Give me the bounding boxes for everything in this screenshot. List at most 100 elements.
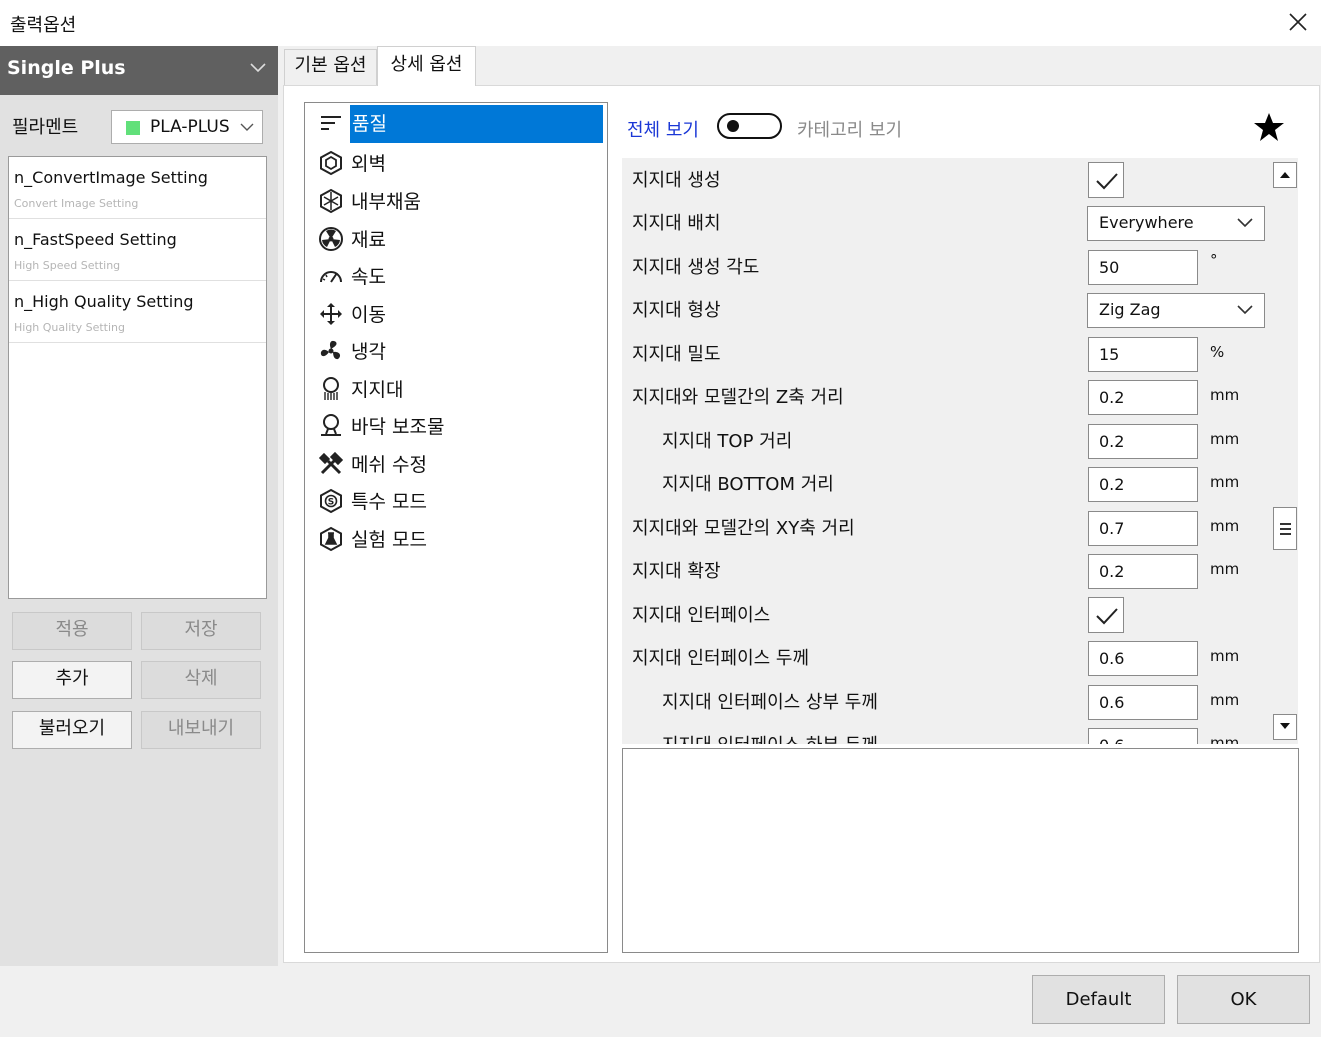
category-label: 내부채움 xyxy=(351,191,421,213)
setting-unit: % xyxy=(1210,343,1225,361)
setting-number-input[interactable]: 0.6 xyxy=(1088,728,1198,744)
setting-number-input[interactable]: 0.2 xyxy=(1088,424,1198,459)
setting-number-input[interactable]: 0.6 xyxy=(1088,685,1198,720)
setting-label: 지지대 TOP 거리 xyxy=(662,431,793,452)
setting-label: 지지대 형상 xyxy=(632,300,721,321)
input-value: 0.6 xyxy=(1099,736,1124,744)
category-item-travel[interactable]: 이동 xyxy=(313,294,603,330)
scrollbar-thumb[interactable] xyxy=(1273,507,1297,550)
quality-lines-icon xyxy=(321,116,341,130)
save-button[interactable]: 저장 xyxy=(141,612,261,650)
window-title: 출력옵션 xyxy=(10,15,77,36)
export-button[interactable]: 내보내기 xyxy=(141,711,261,749)
view-all-label[interactable]: 전체 보기 xyxy=(627,116,699,142)
setting-row: 지지대 확장 0.2 mm xyxy=(622,549,1272,592)
setting-label: 지지대 인터페이스 상부 두께 xyxy=(662,692,878,713)
category-item-infill[interactable]: 내부채움 xyxy=(313,181,603,217)
category-label: 특수 모드 xyxy=(351,491,427,513)
profile-subtitle: Convert Image Setting xyxy=(14,197,139,210)
setting-unit: mm xyxy=(1210,560,1240,578)
special-mode-icon: S xyxy=(320,488,342,514)
printer-selector[interactable]: Single Plus xyxy=(0,46,278,95)
category-item-experimental[interactable]: 실험 모드 xyxy=(313,519,603,555)
setting-number-input[interactable]: 50 xyxy=(1088,250,1198,285)
category-item-mesh-fix[interactable]: 메쉬 수정 xyxy=(313,444,603,480)
setting-checkbox[interactable] xyxy=(1088,162,1124,198)
delete-button[interactable]: 삭제 xyxy=(141,661,261,699)
setting-row: 지지대와 모델간의 XY축 거리 0.7 mm xyxy=(622,506,1272,549)
profile-panel: Single Plus 필라멘트 PLA-PLUS n_ConvertImage… xyxy=(0,46,278,966)
shell-hexagon-icon xyxy=(320,150,342,176)
setting-number-input[interactable]: 0.2 xyxy=(1088,380,1198,415)
tools-icon xyxy=(318,451,344,475)
setting-label: 지지대와 모델간의 Z축 거리 xyxy=(632,387,844,408)
setting-label: 지지대 인터페이스 두께 xyxy=(632,648,810,669)
chevron-down-icon xyxy=(250,63,266,73)
setting-row: 지지대와 모델간의 Z축 거리 0.2 mm xyxy=(622,375,1272,418)
default-button[interactable]: Default xyxy=(1032,975,1165,1024)
ok-button[interactable]: OK xyxy=(1177,975,1310,1024)
profile-list: n_ConvertImage Setting Convert Image Set… xyxy=(8,156,267,599)
filament-label: 필라멘트 xyxy=(12,117,79,138)
support-icon xyxy=(323,377,339,400)
profile-item[interactable]: n_ConvertImage Setting Convert Image Set… xyxy=(9,157,266,219)
profile-name: n_ConvertImage Setting xyxy=(14,168,208,187)
load-button[interactable]: 불러오기 xyxy=(12,711,132,749)
filament-selector[interactable]: PLA-PLUS xyxy=(111,110,263,144)
chevron-down-icon xyxy=(1237,305,1253,315)
bed-adhesion-icon xyxy=(321,414,341,436)
arrow-up-icon xyxy=(1280,172,1290,178)
category-label: 외벽 xyxy=(351,153,386,175)
setting-number-input[interactable]: 0.6 xyxy=(1088,641,1198,676)
tab-advanced-options[interactable]: 상세 옵션 xyxy=(377,46,476,86)
star-icon[interactable] xyxy=(1253,111,1285,143)
setting-unit: mm xyxy=(1210,386,1240,404)
add-button[interactable]: 추가 xyxy=(12,661,132,699)
category-item-speed[interactable]: 속도 xyxy=(313,256,603,292)
category-item-shell[interactable]: 외벽 xyxy=(313,143,603,179)
category-item-cooling[interactable]: 냉각 xyxy=(313,331,603,367)
view-category-label[interactable]: 카테고리 보기 xyxy=(797,116,902,142)
dropdown-value: Everywhere xyxy=(1099,213,1194,232)
profile-item[interactable]: n_FastSpeed Setting High Speed Setting xyxy=(9,219,266,281)
input-value: 50 xyxy=(1099,258,1120,277)
category-item-bed-adhesion[interactable]: 바닥 보조물 xyxy=(313,406,603,442)
checkmark-icon xyxy=(1096,608,1118,625)
setting-number-input[interactable]: 0.7 xyxy=(1088,511,1198,546)
input-value: 0.2 xyxy=(1099,388,1125,407)
setting-label: 지지대 BOTTOM 거리 xyxy=(662,474,834,495)
setting-unit: mm xyxy=(1210,734,1240,744)
dropdown-value: Zig Zag xyxy=(1099,300,1161,319)
profile-item[interactable]: n_High Quality Setting High Quality Sett… xyxy=(9,281,266,343)
setting-label: 지지대 인터페이스 하부 두께 xyxy=(662,731,878,744)
close-icon[interactable] xyxy=(1284,8,1312,36)
input-value: 0.6 xyxy=(1099,649,1125,668)
setting-label: 지지대 배치 xyxy=(632,213,721,234)
setting-number-input[interactable]: 0.2 xyxy=(1088,467,1198,502)
scroll-up-button[interactable] xyxy=(1273,162,1297,188)
view-mode-toggle[interactable] xyxy=(717,113,782,139)
setting-dropdown[interactable]: Zig Zag xyxy=(1087,293,1265,328)
setting-number-input[interactable]: 0.2 xyxy=(1088,554,1198,589)
apply-button[interactable]: 적용 xyxy=(12,612,132,650)
toggle-knob xyxy=(727,120,739,132)
scroll-down-button[interactable] xyxy=(1273,714,1297,740)
setting-unit: ° xyxy=(1210,251,1218,269)
tab-basic-options[interactable]: 기본 옵션 xyxy=(284,49,377,85)
svg-text:S: S xyxy=(328,498,334,508)
description-box xyxy=(622,748,1299,953)
setting-dropdown[interactable]: Everywhere xyxy=(1087,206,1265,241)
setting-number-input[interactable]: 15 xyxy=(1088,337,1198,372)
setting-checkbox[interactable] xyxy=(1088,597,1124,633)
category-item-support[interactable]: 지지대 xyxy=(313,369,603,405)
options-content: 품질 외벽 내부채움 재료 속도 이동 냉각 지지대 바닥 보조물 메쉬 수정 … xyxy=(283,85,1320,963)
input-value: 0.2 xyxy=(1099,562,1125,581)
setting-label: 지지대 확장 xyxy=(632,561,721,582)
setting-label: 지지대 인터페이스 xyxy=(632,605,771,626)
category-item-special-mode[interactable]: S 특수 모드 xyxy=(313,481,603,517)
category-label: 지지대 xyxy=(351,379,404,401)
category-item-quality[interactable]: 품질 xyxy=(313,105,603,143)
category-item-material[interactable]: 재료 xyxy=(313,219,603,255)
setting-row: 지지대 인터페이스 두께 0.6 mm xyxy=(622,636,1272,679)
setting-unit: mm xyxy=(1210,517,1240,535)
